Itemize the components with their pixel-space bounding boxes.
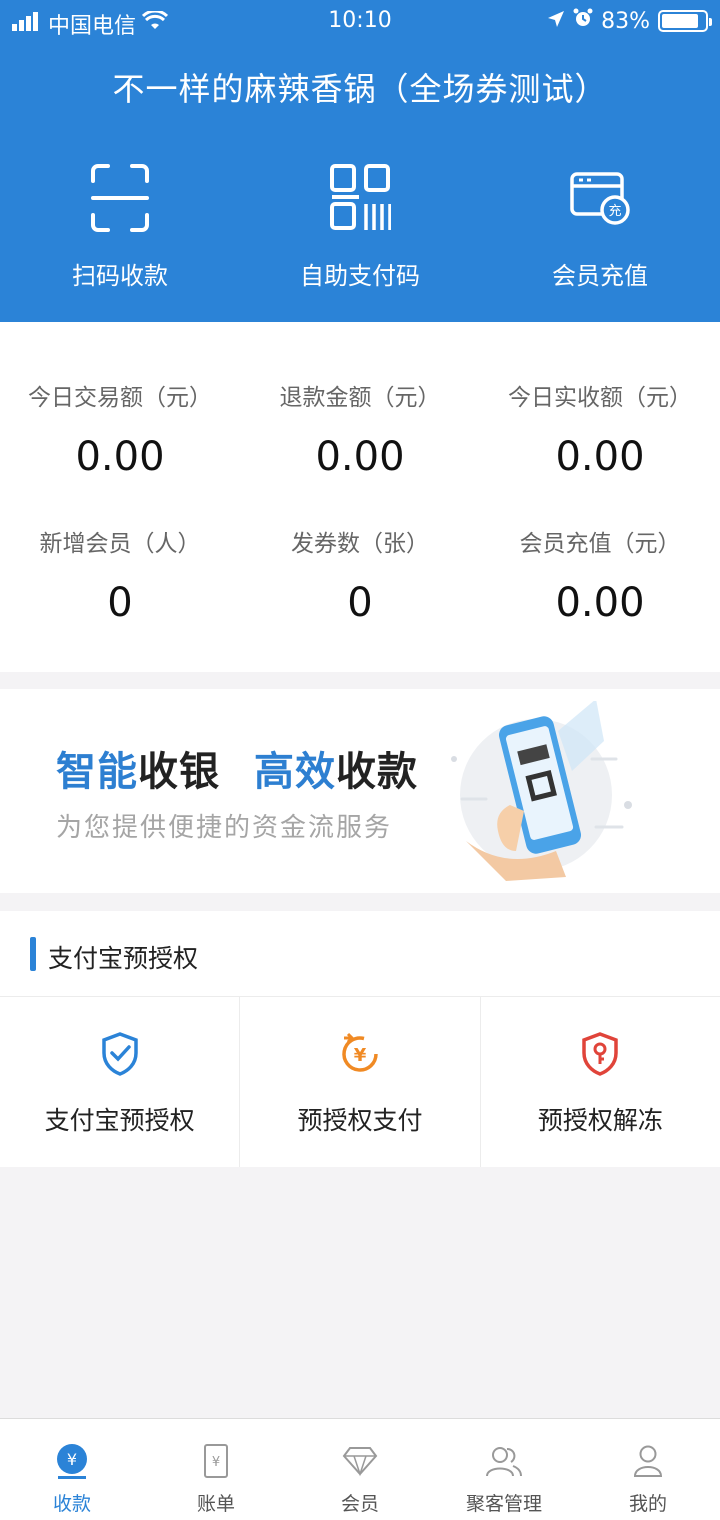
promo-banner[interactable]: 智能收银 高效收款 为您提供便捷的资金流服务 <box>0 689 720 893</box>
preauth-unfreeze-label: 预授权解冻 <box>537 1106 663 1135</box>
stat-value: 0.00 <box>555 434 645 480</box>
preauth-pay-button[interactable]: ¥ 预授权支付 <box>240 997 481 1167</box>
self-pay-code-label: 自助支付码 <box>300 262 420 290</box>
stat-refund-amount: 退款金额（元） 0.00 <box>240 378 480 480</box>
preauth-section-title: 支付宝预授权 <box>48 944 199 973</box>
location-icon <box>547 9 565 34</box>
tab-mine[interactable]: 我的 <box>576 1419 720 1520</box>
stat-label: 会员充值（元） <box>519 531 681 557</box>
diamond-icon <box>340 1441 380 1481</box>
svg-text:¥: ¥ <box>67 1450 77 1469</box>
banner-headline-part3: 高效 <box>254 749 336 795</box>
alipay-preauth-label: 支付宝预授权 <box>44 1106 195 1135</box>
preauth-pay-label: 预授权支付 <box>297 1106 423 1135</box>
svg-text:¥: ¥ <box>354 1045 367 1066</box>
tab-bill[interactable]: ¥ 账单 <box>144 1419 288 1520</box>
tab-collect[interactable]: ¥ 收款 <box>0 1419 144 1520</box>
stat-label: 今日实收额（元） <box>508 385 692 411</box>
page-title: 不一样的麻辣香锅（全场券测试） <box>112 70 608 108</box>
stat-label: 发券数（张） <box>291 531 429 557</box>
stats-panel: 今日交易额（元） 0.00 退款金额（元） 0.00 今日实收额（元） 0.00… <box>0 322 720 672</box>
users-icon <box>484 1441 524 1481</box>
alipay-preauth-button[interactable]: 支付宝预授权 <box>0 997 241 1167</box>
battery-icon <box>658 10 712 32</box>
phone-hand-illustration <box>446 699 636 883</box>
tab-customer-management[interactable]: 聚客管理 <box>432 1419 576 1520</box>
stat-label: 今日交易额（元） <box>28 385 212 411</box>
battery-percent: 83% <box>601 8 650 34</box>
bill-icon: ¥ <box>196 1441 236 1481</box>
stat-member-recharge: 会员充值（元） 0.00 <box>480 524 720 626</box>
self-pay-code-button[interactable]: 自助支付码 <box>240 160 480 310</box>
scan-icon <box>85 160 155 236</box>
shield-check-icon <box>95 1029 145 1079</box>
preauth-section-header: 支付宝预授权 <box>0 911 720 997</box>
bottom-tab-bar: ¥ 收款 ¥ 账单 会员 聚客管理 我的 <box>0 1418 720 1520</box>
stat-label: 退款金额（元） <box>279 385 441 411</box>
quick-actions: 扫码收款 自助支付码 充 会员充值 <box>0 160 720 310</box>
person-icon <box>628 1441 668 1481</box>
stat-value: 0 <box>107 580 133 626</box>
stat-value: 0.00 <box>75 434 165 480</box>
tab-member[interactable]: 会员 <box>288 1419 432 1520</box>
stat-value: 0 <box>347 580 373 626</box>
scan-pay-button[interactable]: 扫码收款 <box>0 160 240 310</box>
yuan-tab-icon: ¥ <box>52 1441 92 1481</box>
stat-coupons-issued: 发券数（张） 0 <box>240 524 480 626</box>
banner-headline-part4: 收款 <box>336 749 418 795</box>
banner-headline: 智能收银 高效收款 <box>56 739 418 797</box>
stat-new-members: 新增会员（人） 0 <box>0 524 240 626</box>
status-bar: 中国电信 10:10 83% <box>0 0 720 44</box>
tab-customer-management-label: 聚客管理 <box>465 1493 542 1515</box>
tab-collect-label: 收款 <box>52 1493 91 1515</box>
tab-bill-label: 账单 <box>196 1493 235 1515</box>
preauth-section: 支付宝预授权 支付宝预授权 ¥ 预授权支付 预授权解冻 <box>0 911 720 1167</box>
stat-today-received: 今日实收额（元） 0.00 <box>480 378 720 480</box>
card-recharge-icon: 充 <box>565 160 635 236</box>
member-recharge-button[interactable]: 充 会员充值 <box>480 160 720 310</box>
svg-text:充: 充 <box>608 203 621 219</box>
stat-value: 0.00 <box>555 580 645 626</box>
tab-mine-label: 我的 <box>628 1493 667 1515</box>
banner-headline-part1: 智能 <box>56 749 138 795</box>
yuan-refresh-icon: ¥ <box>335 1029 385 1079</box>
svg-text:¥: ¥ <box>212 1455 220 1470</box>
section-accent-bar <box>30 937 36 971</box>
banner-headline-part2: 收银 <box>138 749 220 795</box>
stat-today-transactions: 今日交易额（元） 0.00 <box>0 378 240 480</box>
preauth-unfreeze-button[interactable]: 预授权解冻 <box>481 997 720 1167</box>
qrcode-icon <box>325 160 395 236</box>
stat-value: 0.00 <box>315 434 405 480</box>
shield-key-icon <box>575 1029 625 1079</box>
stat-label: 新增会员（人） <box>39 531 201 557</box>
scan-pay-label: 扫码收款 <box>72 262 168 290</box>
banner-subtitle: 为您提供便捷的资金流服务 <box>56 813 393 843</box>
tab-member-label: 会员 <box>340 1493 379 1515</box>
member-recharge-label: 会员充值 <box>552 262 648 290</box>
alarm-icon <box>573 8 593 34</box>
